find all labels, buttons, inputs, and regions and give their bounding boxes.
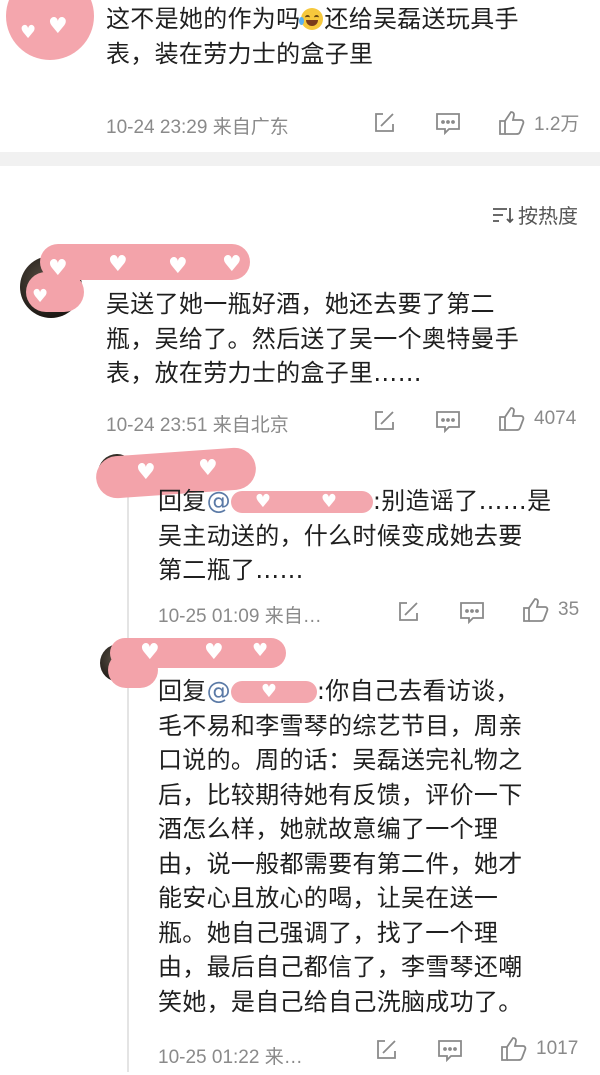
heart-sticker-icon: ♥ [136,460,156,485]
thumbs-up-icon [499,110,525,135]
like-button[interactable]: 1017 [500,1036,578,1062]
reply-line: 笑她，是自己给自己洗脑成功了。 [158,987,523,1016]
comment-text: 吴送了她一瓶好酒，她还去要了第二 瓶，吴给了。然后送了吴一个奥特曼手 表，放在劳… [106,287,596,391]
comment-line: 表，放在劳力士的盒子里…… [106,359,422,387]
reply-line: 毛不易和李雪琴的综艺节目，周亲 [158,711,523,740]
laughing-crying-emoji-icon [299,8,324,30]
like-button[interactable]: 4074 [498,406,576,432]
comment-line: 瓶，吴给了。然后送了吴一个奥特曼手 [106,324,520,353]
like-count: 4074 [534,408,577,429]
comment-bubble-icon [460,602,484,624]
share-edit-icon [375,113,394,132]
thumbs-up-icon [499,407,525,431]
mention-at[interactable]: @ [207,487,231,515]
heart-sticker-icon: ♥ [32,286,49,307]
reply-first-line: 回复@ ♥:你自己去看访谈， [158,674,596,709]
comment-text-part: 这不是她的作为吗 [106,5,301,33]
comment-button[interactable] [437,1038,463,1062]
comment-bubble-icon [438,1040,462,1062]
section-divider [0,152,600,166]
comment-line: 吴送了她一瓶好酒，她还去要了第二 [106,290,495,318]
like-count: 1017 [536,1038,579,1059]
comment-text-part: 表，装在劳力士的盒子里 [106,39,374,68]
reply-first-line: 回复@ ♥ ♥:别造谣了……是 [158,484,596,519]
heart-sticker-icon: ♥ [20,22,37,43]
mention-mask[interactable]: ♥ ♥ [230,491,373,513]
reply-thread-line [127,492,129,1072]
reply-line: 由，说一般都需要有第二件，她才 [158,849,523,878]
heart-sticker-icon: ♥ [48,256,68,281]
sort-label: 按热度 [518,204,578,228]
reply-line: 吴主动送的，什么时候变成她去要 [158,521,523,550]
comment-button[interactable] [459,600,485,624]
comment-meta: 10-24 23:29 来自广东 [106,117,289,138]
heart-sticker-icon: ♥ [252,640,269,661]
thumbs-up-icon [523,598,549,622]
reply-text: 回复@ ♥:你自己去看访谈， 毛不易和李雪琴的综艺节目，周亲 口说的。周的话：吴磊… [158,674,596,1019]
reply-meta: 10-25 01:09 来自… [158,606,322,627]
comment-button[interactable] [435,409,461,433]
share-edit-icon [375,411,394,430]
comment-bubble-icon [436,411,460,433]
reply-line: 能安心且放心的喝，让吴在送一 [158,884,499,912]
repost-button[interactable] [374,1038,398,1062]
reply-prefix: 回复 [158,487,207,515]
comment-meta: 10-24 23:51 来自北京 [106,415,289,436]
reply-line: 由，最后自己都信了，李雪琴还嘲 [158,953,523,981]
heart-sticker-icon: ♥ [198,456,218,481]
thumbs-up-icon [501,1037,527,1061]
reply-prefix: 回复 [158,677,207,705]
like-button[interactable]: 1.2万 [498,109,579,136]
sort-by-hot-button[interactable]: 按热度 [492,200,578,229]
share-edit-icon [399,602,418,621]
mention-at[interactable]: @ [207,677,231,705]
reply-text: 回复@ ♥ ♥:别造谣了……是 吴主动送的，什么时候变成她去要 第二瓶了…… [158,484,596,588]
sort-lines-icon [493,207,514,223]
reply-line: 后，比较期待她有反馈，评价一下 [158,780,523,809]
reply-line: 酒怎么样，她就故意编了一个理 [158,815,499,843]
heart-sticker-icon: ♥ [48,14,68,39]
like-count: 35 [558,599,580,620]
reply-line: 第二瓶了…… [158,556,304,584]
share-edit-icon [377,1040,396,1059]
comment-text: 这不是她的作为吗 还给吴磊送玩具手 表，装在劳力士的盒子里 [106,2,596,71]
reply-line: 口说的。周的话：吴磊送完礼物之 [158,746,523,774]
reply-line: 瓶。她自己强调了，找了一个理 [158,918,499,947]
heart-sticker-icon: ♥ [108,252,128,277]
heart-sticker-icon: ♥ [204,640,224,665]
reply-text-part: :别造谣了……是 [372,487,552,515]
comment-text-part: 还给吴磊送玩具手 [324,5,519,33]
reply-text-part: :你自己去看访谈， [316,677,520,705]
like-count: 1.2万 [534,114,580,135]
heart-sticker-icon: ♥ [140,640,160,665]
repost-button[interactable] [396,600,420,624]
reply-meta: 10-25 01:22 来… [158,1047,303,1068]
comment-bubble-icon [436,113,460,135]
like-button[interactable]: 35 [522,597,579,623]
repost-button[interactable] [372,409,396,433]
heart-sticker-icon: ♥ [222,252,242,277]
comment-button[interactable] [435,111,461,135]
mention-mask[interactable]: ♥ [230,681,317,703]
repost-button[interactable] [372,111,396,135]
heart-sticker-icon: ♥ [168,254,188,279]
